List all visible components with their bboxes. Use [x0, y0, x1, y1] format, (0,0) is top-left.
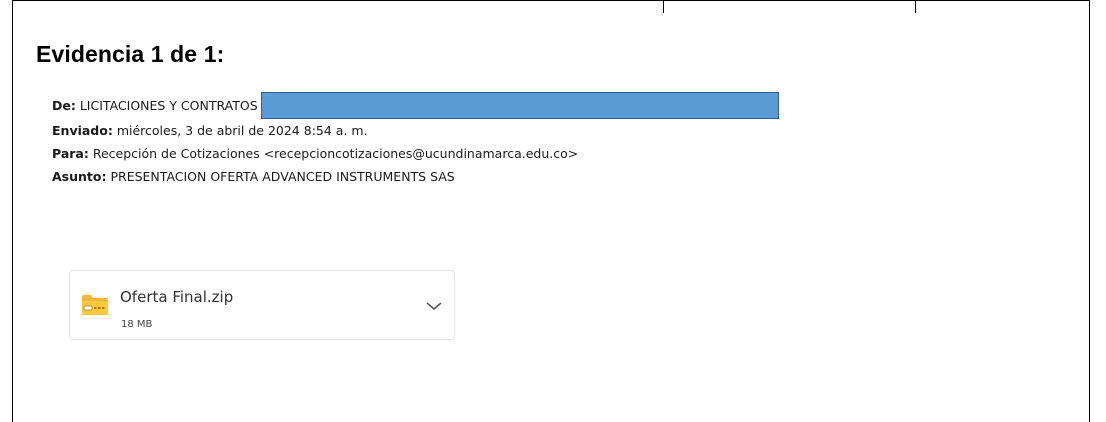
- attachment-name: Oferta Final.zip: [120, 288, 234, 306]
- attachment-card[interactable]: Oferta Final.zip 18 MB: [69, 270, 455, 340]
- to-row: Para: Recepción de Cotizaciones <recepci…: [52, 142, 779, 165]
- from-label: De:: [52, 98, 76, 113]
- sent-row: Enviado: miércoles, 3 de abril de 2024 8…: [52, 119, 779, 142]
- sent-label: Enviado:: [52, 123, 113, 138]
- from-row: De: LICITACIONES Y CONTRATOS: [52, 92, 779, 119]
- to-value: Recepción de Cotizaciones <recepcioncoti…: [92, 146, 579, 161]
- to-label: Para:: [52, 146, 89, 161]
- subject-row: Asunto: PRESENTACION OFERTA ADVANCED INS…: [52, 165, 779, 188]
- evidence-title: Evidencia 1 de 1:: [36, 41, 225, 67]
- chevron-down-icon[interactable]: [425, 300, 443, 312]
- zip-folder-icon: [82, 295, 108, 315]
- subject-label: Asunto:: [52, 169, 107, 184]
- evidence-frame: Evidencia 1 de 1: De: LICITACIONES Y CON…: [12, 0, 1090, 422]
- from-value: LICITACIONES Y CONTRATOS: [79, 98, 258, 113]
- frame-divider: [663, 1, 664, 13]
- redacted-block: [260, 92, 779, 119]
- email-header: De: LICITACIONES Y CONTRATOS Enviado: mi…: [52, 92, 779, 188]
- sent-value: miércoles, 3 de abril de 2024 8:54 a. m.: [116, 123, 368, 138]
- subject-value: PRESENTACION OFERTA ADVANCED INSTRUMENTS…: [110, 169, 455, 184]
- frame-divider: [915, 1, 916, 13]
- attachment-size: 18 MB: [121, 319, 153, 330]
